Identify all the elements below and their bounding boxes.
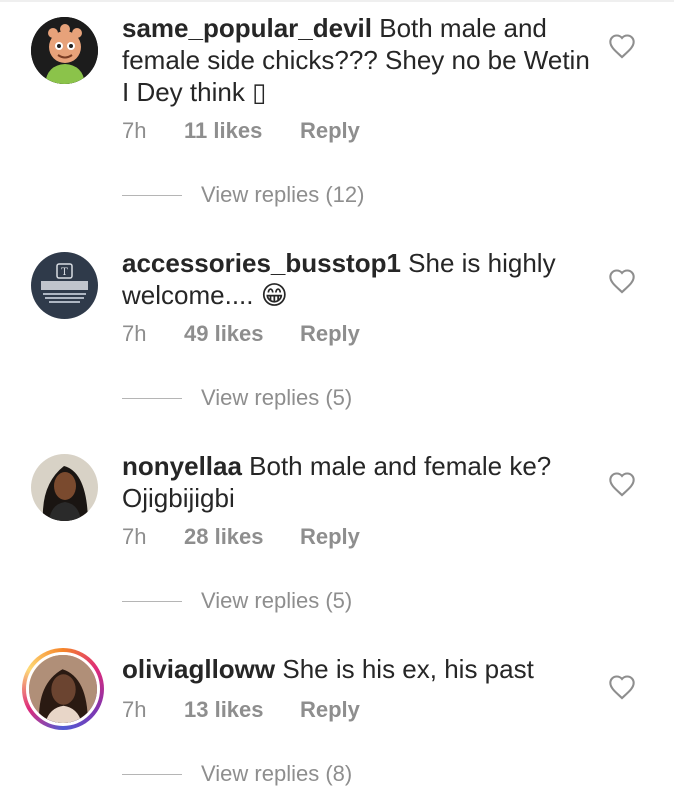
view-replies-button[interactable]: View replies (5) — [122, 383, 522, 413]
comment-time: 7h — [122, 321, 147, 346]
comment-likes[interactable]: 11 likes — [184, 116, 262, 146]
reply-button[interactable]: Reply — [300, 319, 360, 349]
photo-avatar-icon — [31, 454, 98, 521]
avatar-story-ring[interactable] — [22, 648, 104, 730]
avatar[interactable] — [31, 454, 98, 521]
avatar[interactable] — [31, 17, 98, 84]
logo-avatar-icon: T — [31, 252, 98, 319]
replies-divider — [122, 601, 182, 602]
comment-body: She is his ex, his past — [275, 654, 534, 684]
comment-username[interactable]: same_popular_devil — [122, 13, 372, 43]
comment-likes[interactable]: 28 likes — [184, 522, 264, 552]
comment-text: nonyellaa Both male and female ke? Ojigb… — [122, 450, 592, 514]
view-replies-label[interactable]: View replies (5) — [201, 586, 352, 616]
cartoon-avatar-icon — [31, 17, 98, 84]
view-replies-button[interactable]: View replies (5) — [122, 586, 522, 616]
comment-username[interactable]: nonyellaa — [122, 451, 242, 481]
avatar — [26, 652, 100, 726]
avatar[interactable]: T — [31, 252, 98, 319]
view-replies-label[interactable]: View replies (12) — [201, 180, 364, 210]
view-replies-label[interactable]: View replies (5) — [201, 383, 352, 413]
comment-likes[interactable]: 49 likes — [184, 319, 264, 349]
like-heart-icon[interactable] — [608, 33, 636, 59]
comment-time: 7h — [122, 697, 147, 722]
top-divider — [0, 0, 674, 2]
comment-time: 7h — [122, 118, 147, 143]
view-replies-button[interactable]: View replies (12) — [122, 180, 522, 210]
view-replies-label[interactable]: View replies (8) — [201, 759, 352, 789]
comment-username[interactable]: oliviaglloww — [122, 654, 275, 684]
like-heart-icon[interactable] — [608, 674, 636, 700]
like-heart-icon[interactable] — [608, 268, 636, 294]
comment-likes[interactable]: 13 likes — [184, 695, 264, 725]
comment-time: 7h — [122, 524, 147, 549]
svg-text:T: T — [61, 267, 68, 278]
replies-divider — [122, 195, 182, 196]
photo-avatar-icon — [29, 655, 97, 723]
replies-divider — [122, 774, 182, 775]
comment-text: oliviaglloww She is his ex, his past — [122, 653, 592, 685]
like-heart-icon[interactable] — [608, 471, 636, 497]
comment-username[interactable]: accessories_busstop1 — [122, 248, 401, 278]
view-replies-button[interactable]: View replies (8) — [122, 759, 522, 789]
reply-button[interactable]: Reply — [300, 116, 360, 146]
comment-text: accessories_busstop1 She is highly welco… — [122, 247, 592, 311]
reply-button[interactable]: Reply — [300, 522, 360, 552]
comment-text: same_popular_devil Both male and female … — [122, 12, 592, 108]
replies-divider — [122, 398, 182, 399]
reply-button[interactable]: Reply — [300, 695, 360, 725]
